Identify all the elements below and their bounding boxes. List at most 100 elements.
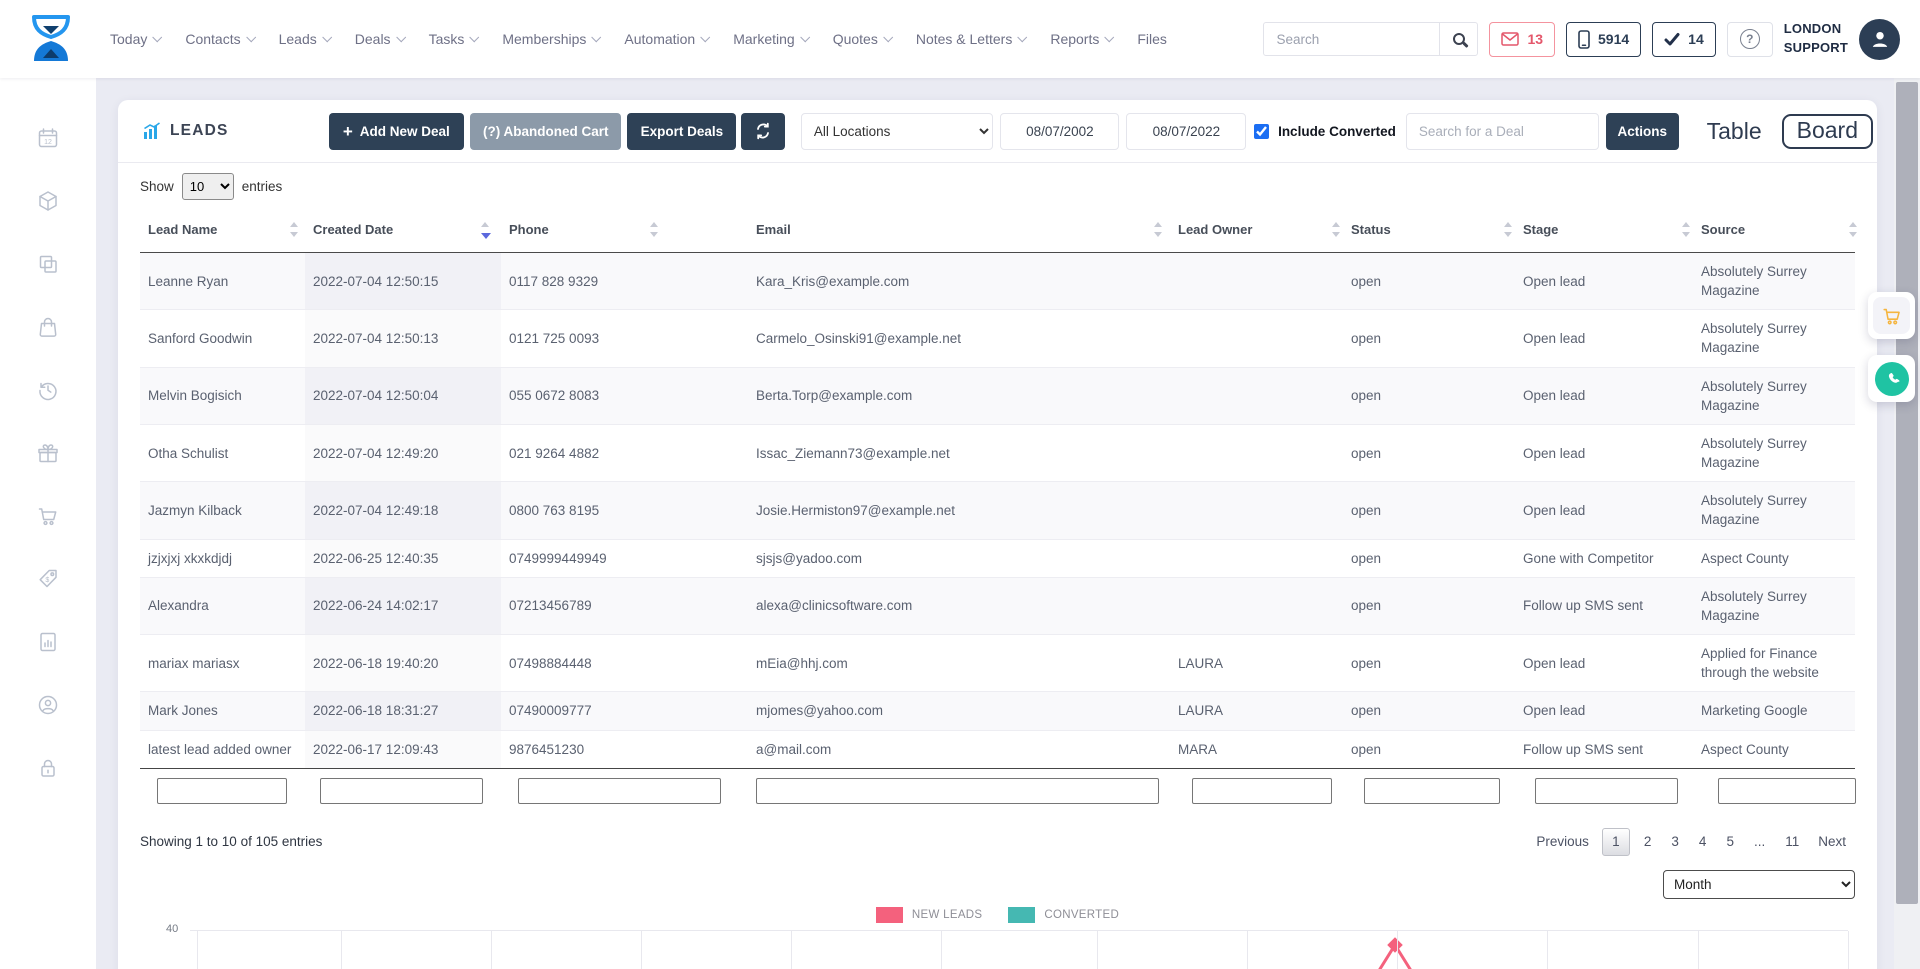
previous-page-button[interactable]: Previous [1527,829,1598,854]
table-row[interactable]: Sanford Goodwin2022-07-04 12:50:130121 7… [140,310,1855,367]
add-new-deal-button[interactable]: + Add New Deal [329,113,465,150]
nav-item-files[interactable]: Files [1137,31,1167,47]
nav-item-deals[interactable]: Deals [355,31,404,47]
location-filter-select[interactable]: All Locations [801,113,994,150]
package-icon[interactable] [36,189,60,213]
page-size-select[interactable]: 10 [182,173,234,200]
lock-icon[interactable] [36,756,60,780]
page-link-4[interactable]: 4 [1689,829,1717,854]
page-link-2[interactable]: 2 [1634,829,1662,854]
date-from-input[interactable] [1000,113,1119,150]
nav-item-quotes[interactable]: Quotes [833,31,891,47]
nav-item-marketing[interactable]: Marketing [733,31,807,47]
board-view-toggle[interactable]: Board [1782,114,1873,149]
account-icon[interactable] [36,693,60,717]
include-converted-label[interactable]: Include Converted [1278,124,1396,139]
cell-lead-name: Otha Schulist [140,424,305,481]
nav-item-notes-letters[interactable]: Notes & Letters [916,31,1026,47]
table-row[interactable]: jzjxjxj xkxkdjdj2022-06-25 12:40:3507499… [140,539,1855,577]
column-header-phone[interactable]: Phone [501,210,748,253]
cell-status: open [1343,635,1515,692]
page-scrollbar-thumb[interactable] [1896,82,1918,904]
report-icon[interactable] [36,630,60,654]
table-row[interactable]: latest lead added owner2022-06-17 12:09:… [140,730,1855,768]
calls-count: 5914 [1598,31,1629,47]
refresh-button[interactable] [741,113,784,150]
nav-item-memberships[interactable]: Memberships [502,31,599,47]
column-filter-source[interactable] [1718,778,1856,804]
nav-item-leads[interactable]: Leads [279,31,330,47]
table-row[interactable]: Mark Jones2022-06-18 18:31:2707490009777… [140,692,1855,730]
cart-icon[interactable] [36,504,60,528]
column-header-email[interactable]: Email [748,210,1170,253]
nav-item-label: Marketing [733,31,794,47]
column-filter-email[interactable] [756,778,1159,804]
column-filter-status[interactable] [1364,778,1500,804]
table-row[interactable]: Alexandra2022-06-24 14:02:1707213456789a… [140,577,1855,634]
nav-item-tasks[interactable]: Tasks [429,31,478,47]
chart-period-select[interactable]: Month [1663,870,1855,899]
nav-item-automation[interactable]: Automation [624,31,708,47]
price-tag-icon[interactable]: $ [36,567,60,591]
include-converted-checkbox[interactable] [1254,124,1269,139]
date-to-input[interactable] [1126,113,1246,150]
column-header-created-date[interactable]: Created Date [305,210,501,253]
calendar-icon[interactable]: 12 [36,126,60,150]
messages-badge[interactable]: 13 [1489,22,1555,57]
column-filter-created-date[interactable] [320,778,483,804]
table-row[interactable]: mariax mariasx2022-06-18 19:40:200749888… [140,635,1855,692]
history-icon[interactable] [36,378,60,402]
cell-lead-owner [1170,367,1343,424]
page-link-11[interactable]: 11 [1775,829,1809,854]
user-avatar[interactable] [1859,19,1900,60]
calls-badge[interactable]: 5914 [1566,22,1641,57]
table-view-toggle[interactable]: Table [1707,118,1762,145]
column-filter-lead-name[interactable] [157,778,287,804]
abandoned-cart-floating-button[interactable] [1868,292,1915,339]
column-header-label: Stage [1523,222,1558,237]
next-page-button[interactable]: Next [1809,829,1855,854]
chart-gridline [197,931,198,969]
refresh-icon [754,122,772,140]
page-active[interactable]: 1 [1602,828,1630,856]
gift-icon[interactable] [36,441,60,465]
search-button[interactable] [1439,23,1477,55]
sort-arrows-icon [650,222,660,237]
tasks-badge[interactable]: 14 [1652,22,1716,57]
cell-source: Absolutely Surrey Magazine [1693,577,1855,634]
cell-email: mjomes@yahoo.com [748,692,1170,730]
table-row[interactable]: Melvin Bogisich2022-07-04 12:50:04055 06… [140,367,1855,424]
shopping-bag-icon[interactable] [36,315,60,339]
whatsapp-floating-button[interactable] [1868,355,1915,402]
nav-item-reports[interactable]: Reports [1050,31,1112,47]
column-filter-phone[interactable] [518,778,721,804]
chart-gridline [1397,931,1398,969]
cell-email: alexa@clinicsoftware.com [748,577,1170,634]
copy-icon[interactable] [36,252,60,276]
column-header-stage[interactable]: Stage [1515,210,1693,253]
deal-search-input[interactable] [1406,113,1599,150]
app-logo-icon[interactable] [28,13,74,65]
nav-item-contacts[interactable]: Contacts [185,31,253,47]
column-filter-lead-owner[interactable] [1192,778,1332,804]
help-button[interactable]: ? [1727,22,1773,57]
page-title: LEADS [170,122,229,140]
abandoned-cart-button[interactable]: (?) Abandoned Cart [470,113,621,150]
column-header-lead-owner[interactable]: Lead Owner [1170,210,1343,253]
column-header-lead-name[interactable]: Lead Name [140,210,305,253]
chart-gridline [641,931,642,969]
column-header-source[interactable]: Source [1693,210,1855,253]
table-row[interactable]: Jazmyn Kilback2022-07-04 12:49:180800 76… [140,482,1855,539]
export-deals-button[interactable]: Export Deals [627,113,736,150]
page-link-3[interactable]: 3 [1661,829,1689,854]
global-search-input[interactable] [1264,32,1439,47]
table-row[interactable]: Leanne Ryan2022-07-04 12:50:150117 828 9… [140,253,1855,310]
cell-status: open [1343,367,1515,424]
table-row[interactable]: Otha Schulist2022-07-04 12:49:20021 9264… [140,424,1855,481]
column-filter-stage[interactable] [1535,778,1678,804]
actions-button[interactable]: Actions [1606,113,1679,150]
cart-tile [1873,297,1910,334]
page-link-5[interactable]: 5 [1716,829,1744,854]
nav-item-today[interactable]: Today [110,31,160,47]
column-header-status[interactable]: Status [1343,210,1515,253]
